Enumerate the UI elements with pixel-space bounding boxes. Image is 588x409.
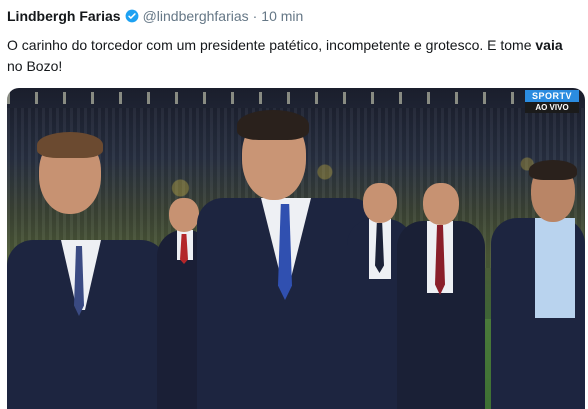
tweet-text: O carinho do torcedor com um presidente … (7, 35, 582, 77)
tweet-timestamp[interactable]: 10 min (261, 8, 303, 24)
person-red-tie (397, 183, 487, 409)
tweet-text-part1: O carinho do torcedor com um presidente … (7, 37, 536, 53)
tweet-text-part2: no Bozo! (7, 58, 63, 74)
author-handle[interactable]: @lindberghfarias (143, 8, 249, 24)
channel-logo: SPORTV (525, 90, 579, 102)
header-separator: · (252, 8, 258, 24)
verified-badge-icon (125, 9, 138, 23)
live-label: AO VIVO (525, 102, 579, 113)
author-name[interactable]: Lindbergh Farias (7, 8, 121, 24)
person-right (485, 158, 585, 409)
person-left (7, 128, 177, 409)
tweet-video[interactable]: SPORTV AO VIVO (7, 88, 585, 409)
stadium-lights (7, 92, 585, 104)
channel-badge: SPORTV AO VIVO (525, 90, 579, 113)
tweet-text-bold: vaia (535, 37, 563, 53)
tweet-header: Lindbergh Farias @lindberghfarias · 10 m… (7, 8, 303, 24)
